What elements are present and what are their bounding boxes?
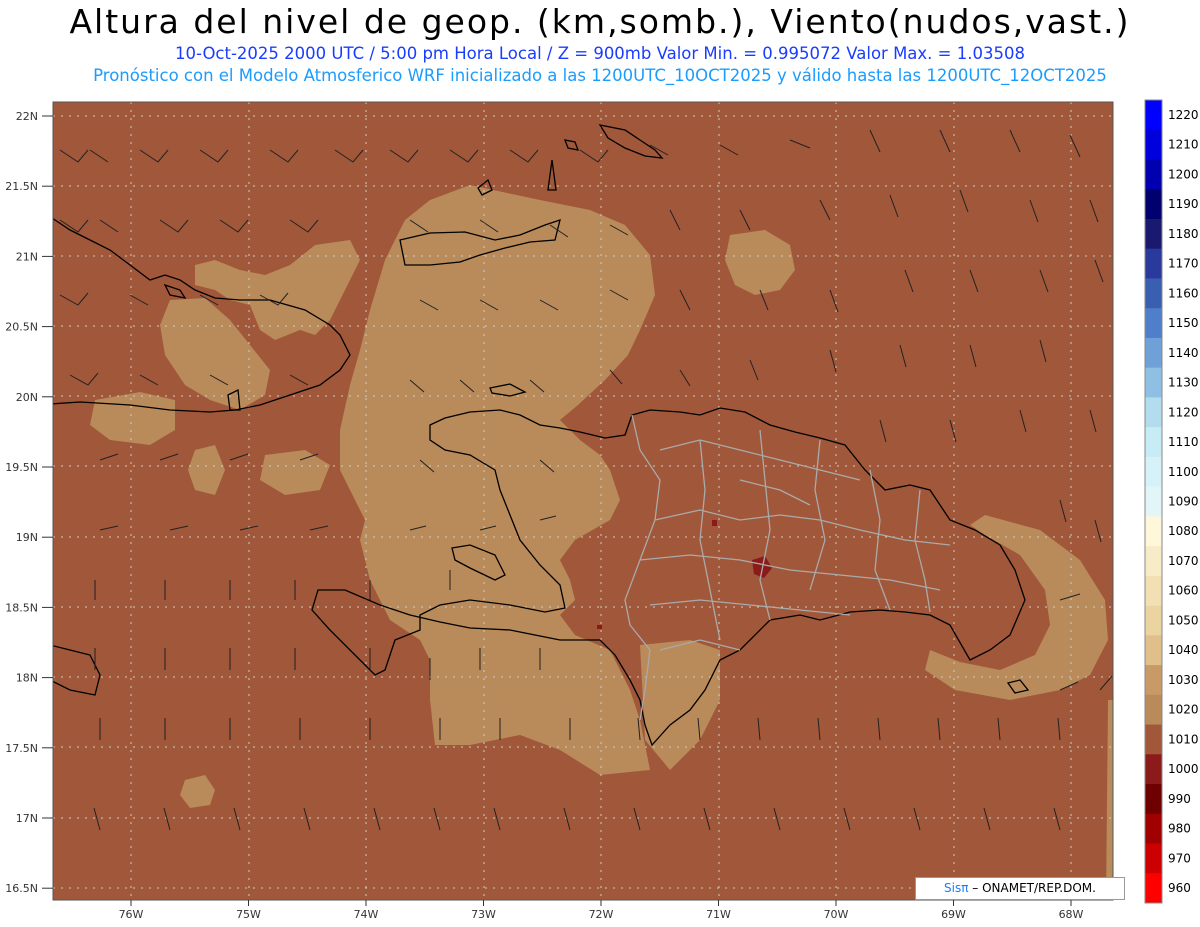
colorbar-label: 980: [1168, 822, 1191, 836]
colorbar-label: 1210: [1168, 138, 1199, 152]
colorbar-swatch: [1145, 635, 1162, 666]
colorbar-label: 1060: [1168, 584, 1199, 598]
colorbar-swatch: [1145, 873, 1162, 904]
lon-label: 68W: [1059, 908, 1084, 921]
colorbar-swatch: [1145, 308, 1162, 339]
colorbar-label: 1140: [1168, 346, 1199, 360]
lon-label: 72W: [589, 908, 614, 921]
colorbar-label: 1220: [1168, 108, 1199, 122]
colorbar-label: 1110: [1168, 435, 1199, 449]
colorbar-swatch: [1145, 159, 1162, 190]
colorbar-label: 1000: [1168, 762, 1199, 776]
colorbar-swatch: [1145, 456, 1162, 488]
colorbar-label: 1020: [1168, 703, 1199, 717]
credit-text: – ONAMET/REP.DOM.: [972, 881, 1096, 895]
lon-label: 73W: [471, 908, 496, 921]
sispi-logo: Sisπ: [944, 881, 969, 895]
colorbar-label: 1170: [1168, 257, 1199, 271]
lat-label: 21.5N: [5, 180, 38, 193]
colorbar-swatch: [1145, 129, 1162, 160]
colorbar-swatch: [1145, 784, 1162, 815]
colorbar-swatch: [1145, 248, 1162, 279]
lon-label: 71W: [706, 908, 731, 921]
lat-label: 20.5N: [5, 321, 38, 334]
colorbar-swatch: [1145, 665, 1162, 696]
colorbar-swatch: [1145, 575, 1162, 607]
longitude-labels: 76W 75W 74W 73W 72W 71W 70W 69W 68W: [119, 900, 1084, 921]
colorbar-label: 1030: [1168, 673, 1199, 687]
lat-label: 17N: [16, 812, 38, 825]
colorbar-label: 1200: [1168, 167, 1199, 181]
colorbar-swatch: [1145, 754, 1162, 785]
lat-label: 19.5N: [5, 461, 38, 474]
lat-label: 16.5N: [5, 882, 38, 895]
colorbar-swatch: [1145, 397, 1162, 428]
latitude-labels: 22N 21.5N 21N 20.5N 20N 19.5N 19N 18.5N 18N 17.5N…: [5, 110, 53, 895]
credit-box: Sisπ – ONAMET/REP.DOM.: [915, 877, 1125, 900]
colorbar-label: 1190: [1168, 197, 1199, 211]
colorbar-swatch: [1145, 516, 1162, 547]
colorbar-label: 1160: [1168, 286, 1199, 300]
colorbar-swatch: [1145, 278, 1162, 309]
lat-label: 18N: [16, 672, 38, 685]
lat-label: 20N: [16, 391, 38, 404]
colorbar-label: 1080: [1168, 524, 1199, 538]
colorbar-label: 1100: [1168, 465, 1199, 479]
colorbar-label: 990: [1168, 792, 1191, 806]
lon-label: 74W: [354, 908, 379, 921]
colorbar-swatch: [1145, 486, 1162, 517]
colorbar-label: 1130: [1168, 376, 1199, 390]
colorbar-label: 1090: [1168, 495, 1199, 509]
lon-label: 75W: [236, 908, 261, 921]
lat-label: 19N: [16, 531, 38, 544]
map-figure: 22N 21.5N 21N 20.5N 20N 19.5N 19N 18.5N 18N 17.5N…: [5, 99, 1199, 921]
lat-label: 22N: [16, 110, 38, 123]
colorbar-label: 1050: [1168, 613, 1199, 627]
colorbar-swatch: [1145, 694, 1162, 726]
colorbar-label: 1150: [1168, 316, 1199, 330]
colorbar-label: 970: [1168, 851, 1191, 865]
colorbar: 1220 1210 1200 1190 1180 1170 1160 1150 1140 1130…: [1144, 99, 1199, 904]
colorbar-label: 1070: [1168, 554, 1199, 568]
lat-label: 21N: [16, 250, 38, 263]
colorbar-swatch: [1145, 189, 1162, 220]
lat-label: 17.5N: [5, 742, 38, 755]
colorbar-swatch: [1145, 427, 1162, 458]
colorbar-swatch: [1145, 218, 1162, 250]
colorbar-swatch: [1145, 724, 1162, 755]
colorbar-swatch: [1145, 337, 1162, 369]
colorbar-swatch: [1145, 843, 1162, 874]
lat-label: 18.5N: [5, 601, 38, 614]
colorbar-swatch: [1145, 605, 1162, 636]
colorbar-swatch: [1145, 100, 1162, 131]
colorbar-label: 1040: [1168, 643, 1199, 657]
colorbar-label: 960: [1168, 881, 1191, 895]
colorbar-label: 1010: [1168, 732, 1199, 746]
colorbar-swatch: [1145, 546, 1162, 577]
lon-label: 70W: [824, 908, 849, 921]
colorbar-label: 1120: [1168, 405, 1199, 419]
lon-label: 69W: [941, 908, 966, 921]
colorbar-swatch: [1145, 813, 1162, 845]
colorbar-label: 1180: [1168, 227, 1199, 241]
lon-label: 76W: [119, 908, 144, 921]
colorbar-swatch: [1145, 367, 1162, 398]
